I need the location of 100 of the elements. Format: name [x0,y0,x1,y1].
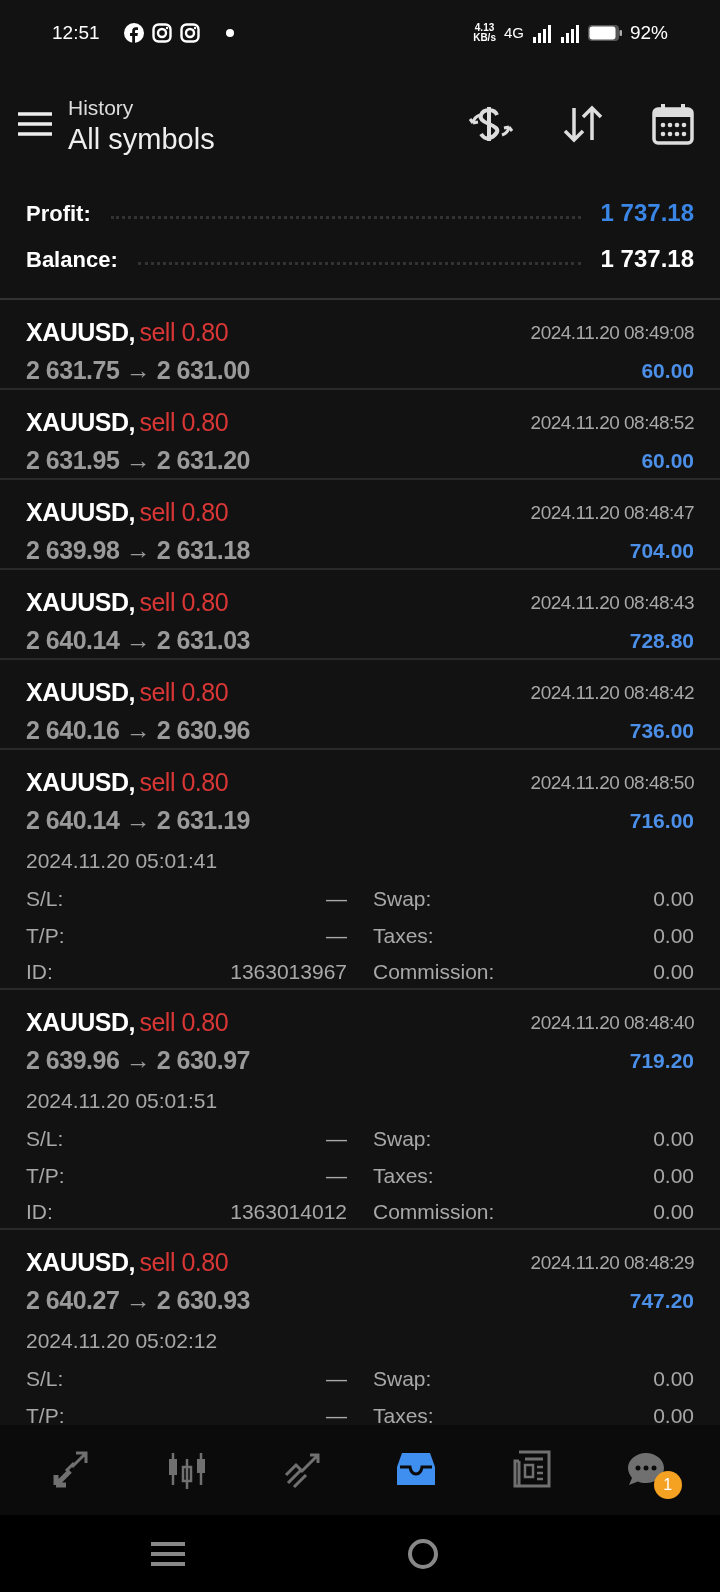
trade-profit: 60.00 [641,357,694,384]
open-time: 2024.11.20 05:01:41 [26,848,219,874]
detail-value: 0.00 [653,1162,694,1189]
detail-value: — [326,922,347,949]
facebook-icon [123,23,144,43]
trade-symbol: XAUUSD, [26,408,135,436]
detail-label: Taxes: [373,1402,434,1425]
detail-value: — [326,886,347,912]
trade-row[interactable]: XAUUSD, sell 0.80 2024.11.20 08:48:29 2 640.27 → 2 630.93 747.20 2024.11.20 05:02:12 S/L: — Swap: 0.00 T/P: — Taxes: 0.00 [0,1230,720,1425]
battery-percent: 92% [629,20,668,45]
trade-symbol: XAUUSD, [26,768,135,796]
detail-label: Swap: [373,1126,432,1152]
trade-prices: 2 639.98 → 2 631.18 [26,534,251,566]
trade-side: sell 0.80 [139,408,229,436]
detail-value: 0.00 [653,1126,694,1152]
clock: 12:51 [52,20,100,45]
detail-label: Swap: [373,1366,432,1392]
trade-row[interactable]: XAUUSD, sell 0.80 2024.11.20 08:48:42 2 640.16 → 2 630.96 736.00 [0,660,720,750]
close-time: 2024.11.20 08:48:52 [530,410,694,435]
summary-value: 1 737.18 [600,198,694,228]
detail-label: Commission: [373,959,495,985]
trade-profit: 747.20 [629,1287,694,1314]
detail-value: — [326,1162,347,1189]
trade-profit: 719.20 [629,1047,694,1074]
close-time: 2024.11.20 08:48:40 [530,1010,694,1035]
detail-value: 0.00 [653,886,694,912]
trade-profit: 60.00 [641,447,694,474]
trade-row[interactable]: XAUUSD, sell 0.80 2024.11.20 08:48:47 2 639.98 → 2 631.18 704.00 [0,480,720,570]
detail-value: 0.00 [653,959,694,985]
net-speed-unit: KB/s [473,33,496,43]
close-time: 2024.11.20 08:48:42 [530,680,694,705]
notification-badge: 1 [653,1471,682,1499]
trade-profit: 728.80 [629,627,694,654]
detail-value: 1363013967 [230,959,347,985]
detail-label: Taxes: [373,1162,434,1189]
trade-side: sell 0.80 [139,588,229,616]
detail-label: T/P: [26,922,65,949]
trade-side: sell 0.80 [139,678,229,706]
calendar-icon [652,103,694,145]
trade-prices: 2 631.95 → 2 631.20 [26,444,251,476]
trade-row[interactable]: XAUUSD, sell 0.80 2024.11.20 08:48:43 2 640.14 → 2 631.03 728.80 [0,570,720,660]
trade-row[interactable]: XAUUSD, sell 0.80 2024.11.20 08:48:40 2 639.96 → 2 630.97 719.20 2024.11.20 05:01:51 S/L: — Swap: 0.00 T/P: — Taxes: 0.00 ID: 1363014012 Commission: 0.00 [0,990,720,1230]
open-time: 2024.11.20 05:02:12 [26,1328,219,1354]
detail-value: 1363014012 [230,1199,347,1225]
trade-side: sell 0.80 [139,1008,229,1036]
detail-label: Taxes: [373,922,434,949]
detail-value: 0.00 [653,1402,694,1425]
summary-value: 1 737.18 [600,244,694,274]
trade-prices: 2 640.16 → 2 630.96 [26,714,251,746]
summary-label: Profit: [26,199,91,228]
sort-button[interactable] [562,104,604,144]
trade-symbol: XAUUSD, [26,1008,135,1036]
trade-profit: 704.00 [629,537,694,564]
trade-prices: 2 631.75 → 2 631.00 [26,354,251,386]
trade-side: sell 0.80 [139,768,229,796]
calendar-button[interactable] [652,103,694,145]
detail-label: T/P: [26,1402,65,1425]
close-time: 2024.11.20 08:48:50 [530,770,694,795]
trade-symbol: XAUUSD, [26,1248,135,1276]
signal-icon [531,23,552,43]
trade-prices: 2 640.14 → 2 631.19 [26,804,251,836]
trade-symbol: XAUUSD, [26,318,135,346]
summary-label: Balance: [26,245,118,274]
open-time: 2024.11.20 05:01:51 [26,1088,219,1114]
trade-profit: 736.00 [629,717,694,744]
trade-symbol: XAUUSD, [26,678,135,706]
close-time: 2024.11.20 08:48:43 [530,590,694,615]
detail-label: Swap: [373,886,432,912]
trade-row[interactable]: XAUUSD, sell 0.80 2024.11.20 08:48:50 2 640.14 → 2 631.19 716.00 2024.11.20 05:01:41 S/L: — Swap: 0.00 T/P: — Taxes: 0.00 ID: 1363013967 Commission: 0.00 [0,750,720,990]
detail-value: 0.00 [653,1366,694,1392]
trade-side: sell 0.80 [139,498,229,526]
detail-label: ID: [26,1199,53,1225]
detail-label: Commission: [373,1199,495,1225]
menu-button[interactable] [18,111,52,137]
network-type: 4G [503,22,524,43]
trade-row[interactable]: XAUUSD, sell 0.80 2024.11.20 08:48:52 2 631.95 → 2 631.20 60.00 [0,390,720,480]
battery-icon [587,24,622,42]
detail-value: — [326,1402,347,1425]
detail-value: — [326,1126,347,1152]
detail-value: 0.00 [653,922,694,949]
close-time: 2024.11.20 08:48:47 [530,500,694,525]
trade-symbol: XAUUSD, [26,588,135,616]
trade-prices: 2 639.96 → 2 630.97 [26,1044,251,1076]
net-speed: 4.13 [473,23,496,33]
instagram-icon [151,23,172,43]
detail-label: T/P: [26,1162,65,1189]
trade-row[interactable]: XAUUSD, sell 0.80 2024.11.20 08:49:08 2 631.75 → 2 631.00 60.00 [0,300,720,390]
detail-label: S/L: [26,1366,64,1392]
menu-icon [18,112,52,137]
detail-label: S/L: [26,1126,64,1152]
screen-subtitle: All symbols [68,123,215,156]
close-time: 2024.11.20 08:49:08 [530,320,694,345]
home-icon[interactable] [407,1537,439,1570]
notification-dot-icon [225,29,234,37]
close-time: 2024.11.20 08:48:29 [530,1250,694,1275]
trade-prices: 2 640.27 → 2 630.93 [26,1284,251,1316]
detail-label: ID: [26,959,53,985]
recents-icon[interactable] [151,1540,185,1567]
sort-arrows-icon [562,104,604,144]
screen-title: History [68,95,135,122]
